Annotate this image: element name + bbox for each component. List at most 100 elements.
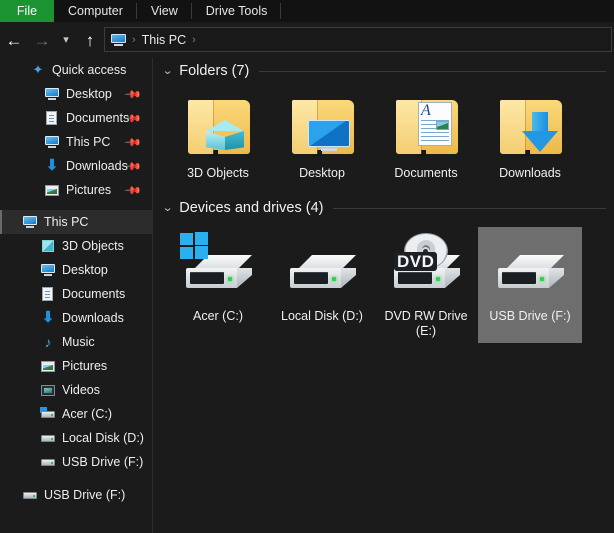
sidebar-label-pictures-qa: Pictures xyxy=(66,184,111,197)
address-bar[interactable]: › This PC › xyxy=(104,27,612,52)
sidebar-item-usb-drive-f[interactable]: USB Drive (F:) xyxy=(0,450,152,474)
sidebar-item-acer-c[interactable]: Acer (C:) xyxy=(0,402,152,426)
sidebar-item-videos[interactable]: Videos xyxy=(0,378,152,402)
tab-view-label: View xyxy=(151,4,178,18)
sidebar-label-quick-access: Quick access xyxy=(52,64,126,77)
tab-file[interactable]: File xyxy=(0,0,54,22)
up-arrow-icon[interactable]: ↑ xyxy=(76,25,104,55)
folder-desktop-icon xyxy=(284,90,360,162)
tab-drive-tools[interactable]: Drive Tools xyxy=(192,0,282,22)
sidebar-item-usb-drive-root[interactable]: USB Drive (F:) xyxy=(0,483,152,507)
drive-icon xyxy=(284,233,360,305)
folder-downloads-icon xyxy=(492,90,568,162)
sidebar-item-quick-access[interactable]: ✦ Quick access xyxy=(0,58,152,82)
this-pc-icon xyxy=(22,214,38,230)
sidebar-label-videos: Videos xyxy=(62,384,100,397)
download-arrow-icon: ⬇ xyxy=(40,310,56,326)
sidebar-item-pictures[interactable]: Pictures xyxy=(0,354,152,378)
sidebar-item-music[interactable]: ♪ Music xyxy=(0,330,152,354)
pin-icon[interactable]: 📌 xyxy=(124,181,143,200)
forward-arrow-icon[interactable]: → xyxy=(28,25,56,55)
sidebar-item-documents[interactable]: Documents xyxy=(0,282,152,306)
tile-label-acer-c: Acer (C:) xyxy=(168,309,268,324)
tab-file-label: File xyxy=(17,4,37,18)
file-list-pane[interactable]: ⌄ Folders (7) 3D Objects Desktop xyxy=(154,58,614,533)
navigation-pane[interactable]: ✦ Quick access Desktop 📌 Documents 📌 Thi… xyxy=(0,58,153,533)
group-header-devices[interactable]: ⌄ Devices and drives (4) xyxy=(154,195,614,221)
tile-documents[interactable]: A Documents xyxy=(374,84,478,185)
breadcrumb-separator: › xyxy=(126,34,142,46)
group-title-folders: Folders (7) xyxy=(179,63,249,79)
back-arrow-icon[interactable]: ← xyxy=(0,25,28,55)
tile-desktop[interactable]: Desktop xyxy=(270,84,374,185)
monitor-icon xyxy=(44,86,60,102)
music-note-icon: ♪ xyxy=(40,334,56,350)
group-divider xyxy=(259,71,606,72)
file-explorer-window: File Computer View Drive Tools ← → ▾ ↑ ›… xyxy=(0,0,614,533)
chevron-down-icon[interactable]: ⌄ xyxy=(162,203,174,214)
pin-icon[interactable]: 📌 xyxy=(124,133,143,152)
sidebar-item-pictures-qa[interactable]: Pictures 📌 xyxy=(0,178,152,202)
usb-drive-icon xyxy=(492,233,568,305)
picture-icon xyxy=(44,182,60,198)
tile-label-3d-objects: 3D Objects xyxy=(168,166,268,181)
sidebar-label-usb-drive-root: USB Drive (F:) xyxy=(44,489,125,502)
pin-icon[interactable]: 📌 xyxy=(124,85,143,104)
tab-computer-label: Computer xyxy=(68,4,123,18)
star-icon: ✦ xyxy=(30,62,46,78)
tile-3d-objects[interactable]: 3D Objects xyxy=(166,84,270,185)
sidebar-item-desktop-qa[interactable]: Desktop 📌 xyxy=(0,82,152,106)
sidebar-label-acer-c: Acer (C:) xyxy=(62,408,112,421)
breadcrumb-separator-2[interactable]: › xyxy=(186,34,202,46)
dvd-label-text: DVD xyxy=(394,252,437,271)
download-arrow-icon: ⬇ xyxy=(44,158,60,174)
sidebar-item-downloads[interactable]: ⬇ Downloads xyxy=(0,306,152,330)
tab-drive-tools-label: Drive Tools xyxy=(206,4,268,18)
tile-label-downloads: Downloads xyxy=(480,166,580,181)
sidebar-item-this-pc[interactable]: This PC xyxy=(0,210,152,234)
tile-local-disk-d[interactable]: Local Disk (D:) xyxy=(270,227,374,343)
windows-drive-icon xyxy=(40,406,56,422)
sidebar-label-documents: Documents xyxy=(62,288,125,301)
sidebar-label-music: Music xyxy=(62,336,95,349)
sidebar-item-documents-qa[interactable]: Documents 📌 xyxy=(0,106,152,130)
tile-acer-c[interactable]: Acer (C:) xyxy=(166,227,270,343)
sidebar-label-usb-drive-f: USB Drive (F:) xyxy=(62,456,143,469)
tile-label-dvd-rw-drive-e: DVD RW Drive (E:) xyxy=(376,309,476,339)
sidebar-item-local-disk-d[interactable]: Local Disk (D:) xyxy=(0,426,152,450)
chevron-down-icon[interactable]: ⌄ xyxy=(162,66,174,77)
devices-tile-row: Acer (C:) Local Disk (D:) DVD DVD RW Dri… xyxy=(154,221,614,343)
this-pc-icon xyxy=(111,34,126,46)
sidebar-item-this-pc-qa[interactable]: This PC 📌 xyxy=(0,130,152,154)
tile-dvd-rw-drive-e[interactable]: DVD DVD RW Drive (E:) xyxy=(374,227,478,343)
tile-label-desktop: Desktop xyxy=(272,166,372,181)
cube-icon xyxy=(40,238,56,254)
tab-view[interactable]: View xyxy=(137,0,192,22)
drive-icon xyxy=(40,430,56,446)
sidebar-label-downloads: Downloads xyxy=(62,312,124,325)
sidebar-label-downloads-qa: Downloads xyxy=(66,160,128,173)
windows-logo-icon xyxy=(180,233,210,261)
group-header-folders[interactable]: ⌄ Folders (7) xyxy=(154,58,614,84)
tile-label-documents: Documents xyxy=(376,166,476,181)
ribbon-tab-bar: File Computer View Drive Tools xyxy=(0,0,614,22)
sidebar-item-3d-objects[interactable]: 3D Objects xyxy=(0,234,152,258)
sidebar-label-pictures: Pictures xyxy=(62,360,107,373)
folder-3d-objects-icon xyxy=(180,90,256,162)
chevron-down-icon[interactable]: ▾ xyxy=(56,25,76,55)
tile-downloads[interactable]: Downloads xyxy=(478,84,582,185)
video-icon xyxy=(40,382,56,398)
tab-computer[interactable]: Computer xyxy=(54,0,137,22)
breadcrumb-this-pc[interactable]: This PC xyxy=(142,33,186,47)
monitor-icon xyxy=(40,262,56,278)
sidebar-item-downloads-qa[interactable]: ⬇ Downloads 📌 xyxy=(0,154,152,178)
group-divider xyxy=(333,208,606,209)
folder-documents-icon: A xyxy=(388,90,464,162)
sidebar-label-3d-objects: 3D Objects xyxy=(62,240,124,253)
dvd-drive-icon: DVD xyxy=(388,233,464,305)
sidebar-item-desktop[interactable]: Desktop xyxy=(0,258,152,282)
picture-icon xyxy=(40,358,56,374)
folders-tile-row: 3D Objects Desktop A Documents xyxy=(154,84,614,185)
tile-label-usb-drive-f: USB Drive (F:) xyxy=(480,309,580,324)
tile-usb-drive-f[interactable]: USB Drive (F:) xyxy=(478,227,582,343)
